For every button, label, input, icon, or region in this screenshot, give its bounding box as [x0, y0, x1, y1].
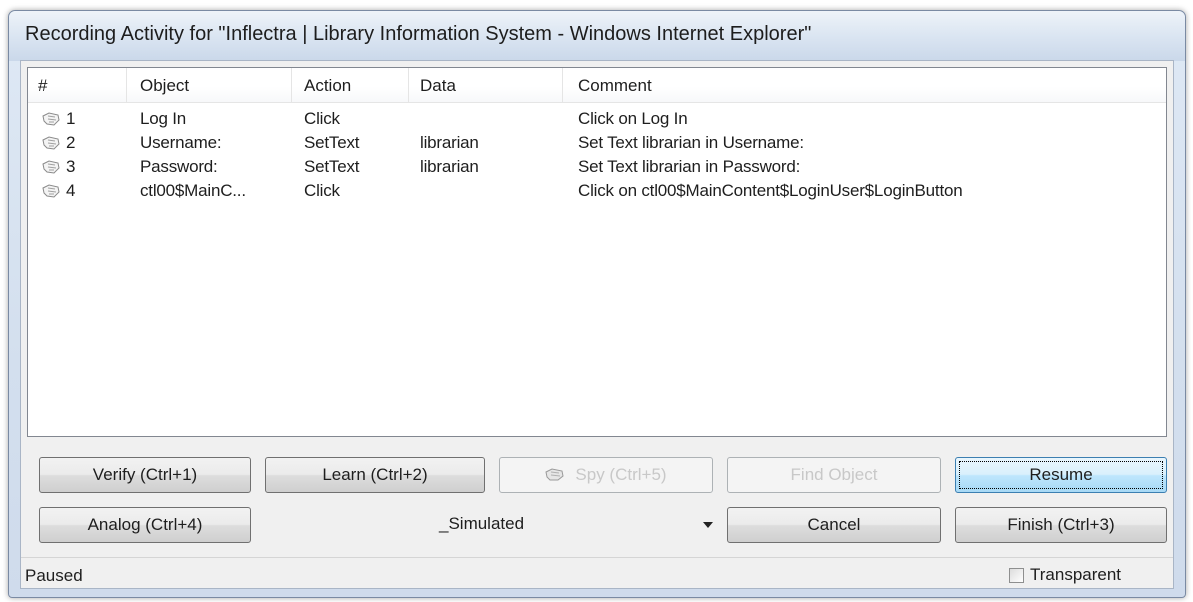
row-action: SetText	[304, 133, 360, 152]
column-header-comment[interactable]: Comment	[578, 76, 652, 96]
column-header-data[interactable]: Data	[420, 76, 456, 96]
row-action: SetText	[304, 157, 360, 176]
row-comment: Set Text librarian in Username:	[578, 133, 804, 152]
title-bar[interactable]: Recording Activity for "Inflectra | Libr…	[9, 11, 1185, 61]
find-object-button-label: Find Object	[790, 465, 878, 484]
row-comment: Click on ctl00$MainContent$LoginUser$Log…	[578, 181, 963, 200]
row-object: Log In	[140, 109, 187, 128]
analog-button[interactable]: Analog (Ctrl+4)	[39, 507, 251, 543]
checkbox-box[interactable]	[1009, 567, 1024, 583]
table-row[interactable]: 2 Username: SetText librarian Set Text l…	[28, 132, 1166, 156]
cancel-button-label: Cancel	[807, 515, 861, 534]
finish-button-label: Finish (Ctrl+3)	[1007, 515, 1115, 534]
spy-button[interactable]: Spy (Ctrl+5)	[499, 457, 713, 493]
dialog-client-area: # Object Action Data Comment 1 Log In Cl…	[20, 60, 1174, 589]
find-object-button[interactable]: Find Object	[727, 457, 941, 493]
chevron-down-icon[interactable]	[703, 522, 713, 528]
column-header-action[interactable]: Action	[304, 76, 351, 96]
row-number: 3	[66, 157, 76, 176]
recording-activity-window: Recording Activity for "Inflectra | Libr…	[8, 10, 1186, 598]
play-mode-dropdown[interactable]: _Simulated	[281, 507, 729, 543]
learn-button[interactable]: Learn (Ctrl+2)	[265, 457, 485, 493]
column-separator	[291, 68, 292, 102]
resume-button[interactable]: Resume	[955, 457, 1167, 493]
table-row[interactable]: 4 ctl00$MainC... Click Click on ctl00$Ma…	[28, 180, 1166, 204]
verify-button-label: Verify (Ctrl+1)	[92, 465, 198, 484]
row-data: librarian	[420, 133, 479, 152]
cancel-button[interactable]: Cancel	[727, 507, 941, 543]
row-number: 2	[66, 133, 76, 152]
column-separator	[126, 68, 127, 102]
row-comment: Set Text librarian in Password:	[578, 157, 801, 176]
finish-button[interactable]: Finish (Ctrl+3)	[955, 507, 1167, 543]
hand-pointer-icon	[42, 184, 60, 198]
transparent-label: Transparent	[1030, 565, 1122, 584]
transparent-checkbox[interactable]: Transparent	[1009, 565, 1121, 585]
hand-pointer-icon	[42, 136, 60, 150]
row-number: 1	[66, 109, 76, 128]
window-title: Recording Activity for "Inflectra | Libr…	[25, 23, 812, 45]
row-comment: Click on Log In	[578, 109, 688, 128]
analog-button-label: Analog (Ctrl+4)	[87, 515, 203, 534]
verify-button[interactable]: Verify (Ctrl+1)	[39, 457, 251, 493]
status-text: Paused	[25, 566, 83, 585]
learn-button-label: Learn (Ctrl+2)	[322, 465, 428, 484]
column-header-object[interactable]: Object	[140, 76, 189, 96]
row-object: ctl00$MainC...	[140, 181, 246, 200]
table-row[interactable]: 1 Log In Click Click on Log In	[28, 108, 1166, 132]
table-row[interactable]: 3 Password: SetText librarian Set Text l…	[28, 156, 1166, 180]
hand-pointer-icon	[42, 160, 60, 174]
column-separator	[408, 68, 409, 102]
spy-button-label: Spy (Ctrl+5)	[575, 465, 667, 484]
recorded-actions-list[interactable]: # Object Action Data Comment 1 Log In Cl…	[27, 67, 1167, 437]
column-header-number[interactable]: #	[38, 76, 47, 96]
row-number: 4	[66, 181, 76, 200]
status-bar-divider	[21, 557, 1173, 558]
play-mode-value: _Simulated	[439, 514, 525, 533]
row-action: Click	[304, 109, 340, 128]
column-separator	[562, 68, 563, 102]
hand-pointer-icon	[42, 112, 60, 126]
row-data: librarian	[420, 157, 479, 176]
resume-button-label: Resume	[1029, 465, 1093, 484]
row-object: Username:	[140, 133, 222, 152]
row-action: Click	[304, 181, 340, 200]
hand-pointer-icon	[545, 468, 564, 481]
row-object: Password:	[140, 157, 218, 176]
list-header: # Object Action Data Comment	[28, 68, 1166, 103]
